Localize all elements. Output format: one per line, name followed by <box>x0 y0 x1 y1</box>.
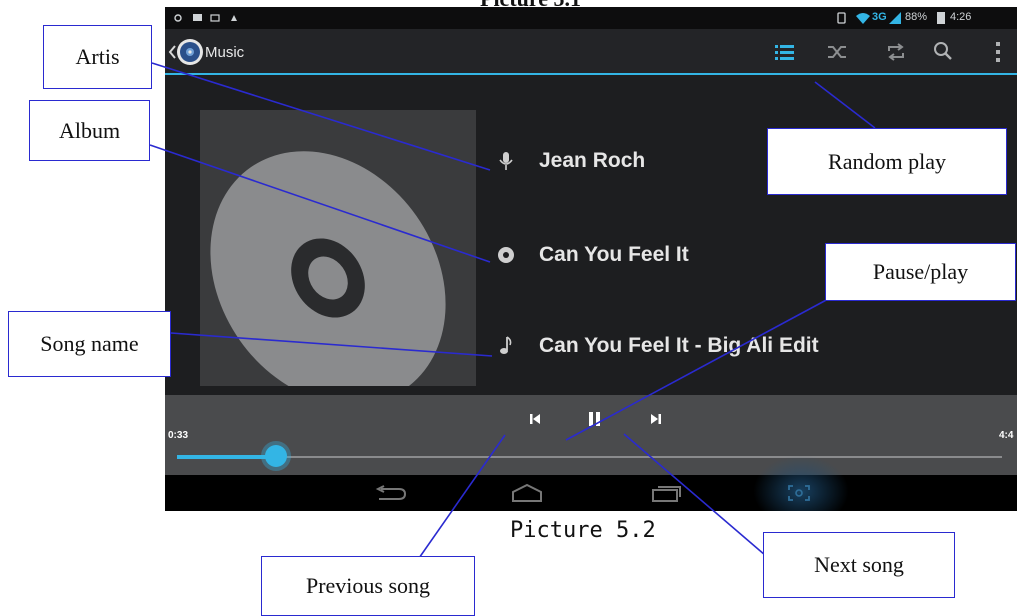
figure-caption: Picture 5.2 <box>510 518 656 543</box>
album-name: Can You Feel It <box>539 243 689 266</box>
artist-row: Jean Roch <box>495 143 645 179</box>
disc-icon <box>495 244 517 266</box>
playback-controls: 0:33 4:4 <box>165 395 1017 475</box>
callout-song-name: Song name <box>8 311 171 377</box>
artist-name: Jean Roch <box>539 149 646 172</box>
album-row: Can You Feel It <box>495 237 689 273</box>
screenshot-icon[interactable] <box>787 484 811 502</box>
seek-bar[interactable] <box>177 456 1002 458</box>
list-icon[interactable] <box>775 43 795 61</box>
callout-next-song: Next song <box>763 532 955 598</box>
repeat-icon[interactable] <box>886 42 906 62</box>
nav-home-icon[interactable] <box>510 483 544 503</box>
status-bar: 3G 88% 4:26 <box>165 7 1017 29</box>
music-note-icon <box>495 335 517 357</box>
shuffle-icon[interactable] <box>827 43 847 61</box>
callout-artist: Artis <box>43 25 152 89</box>
callout-pause-play: Pause/play <box>825 243 1016 301</box>
skip-previous-icon[interactable] <box>527 411 543 427</box>
music-disc-icon[interactable] <box>175 37 205 67</box>
callout-album: Album <box>29 100 150 161</box>
network-type: 3G <box>872 11 887 23</box>
sync-icon <box>837 12 846 24</box>
status-clock: 4:26 <box>950 11 972 23</box>
overflow-menu-icon[interactable] <box>995 41 1001 63</box>
song-title: Can You Feel It - Big Ali Edit <box>539 334 819 357</box>
search-icon[interactable] <box>933 41 953 61</box>
app-title: Music <box>205 44 245 61</box>
callout-random-play: Random play <box>767 128 1007 195</box>
default-disc-artwork <box>210 151 446 405</box>
system-navigation-bar <box>165 455 1017 511</box>
microphone-icon <box>495 150 517 172</box>
battery-icon <box>937 12 945 24</box>
song-row: Can You Feel It - Big Ali Edit <box>495 328 819 364</box>
action-bar: Music <box>165 29 1017 75</box>
skip-next-icon[interactable] <box>648 411 664 427</box>
elapsed-time: 0:33 <box>168 430 189 441</box>
notification-icons <box>174 14 237 22</box>
now-playing-content: Jean Roch Can You Feel It Can You Feel I… <box>165 75 1017 405</box>
total-time: 4:4 <box>999 430 1014 441</box>
wifi-icon <box>856 13 870 24</box>
nav-back-icon[interactable] <box>375 484 407 502</box>
signal-icon <box>889 12 901 24</box>
seek-bar-thumb[interactable] <box>265 445 287 467</box>
seek-bar-progress <box>177 455 276 459</box>
nav-recents-icon[interactable] <box>650 483 682 503</box>
callout-previous-song: Previous song <box>261 556 475 616</box>
album-art <box>200 110 476 405</box>
battery-percent: 88% <box>905 11 928 23</box>
pause-icon[interactable] <box>586 410 602 428</box>
